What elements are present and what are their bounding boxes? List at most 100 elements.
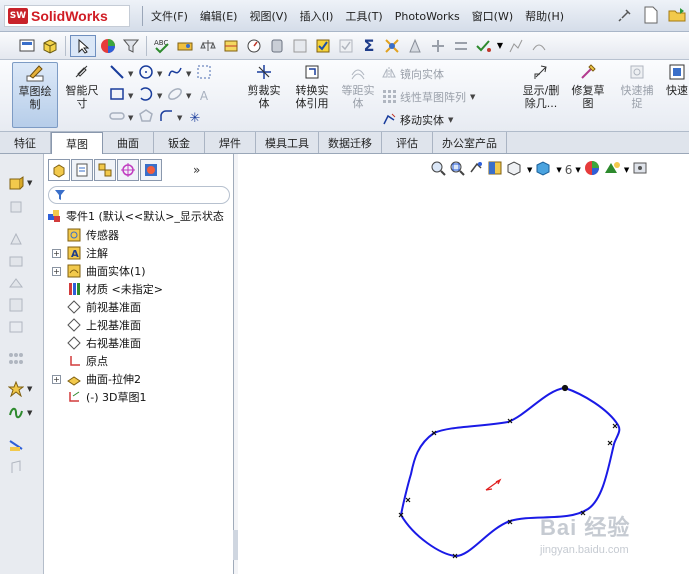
tab-mold-tools[interactable]: 模具工具 — [256, 132, 319, 153]
3d-sketch-icon[interactable] — [39, 35, 61, 57]
smart-dimension-button[interactable]: 智能尺 寸 — [60, 62, 104, 128]
circle-dropdown-icon[interactable]: ▼ — [157, 70, 164, 78]
spell-check-icon[interactable]: ABC — [151, 35, 173, 57]
equations-sigma-icon[interactable]: Σ — [358, 35, 380, 57]
slot-icon[interactable] — [108, 108, 126, 128]
spline-dropdown-icon[interactable]: ▼ — [186, 70, 193, 78]
instant3d-icon[interactable] — [4, 434, 40, 456]
expand-icon[interactable]: + — [52, 266, 61, 276]
tree-item-front-plane[interactable]: 前视基准面 — [44, 298, 234, 316]
revolve-disabled-icon[interactable] — [4, 228, 40, 250]
open-folder-icon[interactable] — [665, 4, 689, 26]
check-sketch-icon[interactable] — [243, 35, 265, 57]
feature-statistics-icon[interactable] — [505, 35, 527, 57]
section-view-icon[interactable] — [487, 160, 503, 179]
check-box-icon[interactable] — [312, 35, 334, 57]
filter-funnel-icon[interactable] — [120, 35, 142, 57]
tree-item-right-plane[interactable]: 右视基准面 — [44, 334, 234, 352]
tree-item-surface-bodies[interactable]: + 曲面实体(1) — [44, 262, 234, 280]
tab-weldments[interactable]: 焊件 — [205, 132, 256, 153]
sketch-properties-icon[interactable] — [16, 35, 38, 57]
dimxpert-tab-icon[interactable] — [117, 159, 139, 181]
section-properties-icon[interactable] — [220, 35, 242, 57]
sweep-disabled-icon[interactable] — [4, 250, 40, 272]
solidworks-logo[interactable]: SW SolidWorks — [4, 5, 130, 27]
extrude-icon[interactable]: ▼ — [4, 172, 40, 194]
feature-manager-tab-icon[interactable] — [48, 159, 70, 181]
tree-item-sensors[interactable]: 传感器 — [44, 226, 234, 244]
surface-curvature-icon[interactable] — [528, 35, 550, 57]
checkbox-disabled-icon[interactable] — [335, 35, 357, 57]
point-grid-icon[interactable] — [195, 64, 213, 84]
tab-sketch[interactable]: 草图 — [51, 132, 103, 154]
menu-photoworks[interactable]: PhotoWorks — [389, 10, 466, 23]
view-orientation-icon[interactable] — [506, 160, 524, 179]
undercut-icon[interactable] — [427, 35, 449, 57]
menu-file[interactable]: 文件(F) — [145, 8, 194, 24]
rectangle-dropdown-icon[interactable]: ▼ — [128, 92, 135, 100]
tab-data-migration[interactable]: 数据迁移 — [319, 132, 382, 153]
quick-view-button[interactable]: 快速 — [662, 62, 689, 128]
tab-surfaces[interactable]: 曲面 — [103, 132, 154, 153]
spline-icon[interactable] — [166, 64, 184, 84]
curves-icon[interactable]: ▼ — [4, 402, 40, 424]
apply-scene-icon[interactable] — [603, 160, 621, 179]
linear-pattern-dropdown-icon[interactable]: ▼ — [470, 93, 475, 101]
ellipse-dropdown-icon[interactable]: ▼ — [186, 92, 193, 100]
line-icon[interactable] — [108, 64, 126, 84]
view-orientation-dropdown-icon[interactable]: ▼ — [527, 166, 532, 174]
mirror-entities-command[interactable]: 镜向实体 — [382, 65, 444, 83]
tab-office-products[interactable]: 办公室产品 — [433, 132, 507, 153]
boss-extrude-disabled-icon[interactable] — [4, 196, 40, 218]
tree-item-3d-sketch[interactable]: (-) 3D草图1 — [44, 388, 234, 406]
expand-icon[interactable]: + — [52, 374, 61, 384]
parting-line-icon[interactable] — [450, 35, 472, 57]
convert-entities-button[interactable]: 转换实 体引用 — [288, 62, 336, 128]
zoom-to-area-icon[interactable] — [449, 160, 465, 179]
tab-features[interactable]: 特征 — [0, 132, 51, 153]
polygon-icon[interactable] — [137, 108, 155, 128]
draft-analysis-icon[interactable] — [404, 35, 426, 57]
tree-item-annotations[interactable]: + A 注解 — [44, 244, 234, 262]
arc-icon[interactable] — [137, 86, 155, 106]
menu-insert[interactable]: 插入(I) — [294, 8, 340, 24]
line-dropdown-icon[interactable]: ▼ — [128, 70, 135, 78]
sketch-text-icon[interactable]: A — [195, 89, 213, 103]
ellipse-icon[interactable] — [166, 86, 184, 106]
menu-help[interactable]: 帮助(H) — [519, 8, 570, 24]
quick-snaps-button[interactable]: 快速捕 捉 — [614, 62, 660, 128]
property-manager-tab-icon[interactable] — [71, 159, 93, 181]
move-entities-command[interactable]: 移动实体 ▼ — [382, 111, 453, 129]
tab-evaluate[interactable]: 评估 — [382, 132, 433, 153]
cut-disabled-icon[interactable] — [4, 294, 40, 316]
loft-disabled-icon[interactable] — [4, 272, 40, 294]
display-delete-relations-button[interactable]: 显示/删 除几... — [516, 62, 566, 128]
shell-disabled-icon[interactable] — [4, 316, 40, 338]
view-settings-icon[interactable] — [632, 160, 648, 179]
check-symmetry-icon[interactable] — [473, 35, 495, 57]
hide-show-items-icon[interactable]: 6 — [565, 163, 573, 177]
tree-filter-field[interactable] — [48, 186, 230, 204]
reference-geometry-icon[interactable]: ▼ — [4, 378, 40, 400]
fillet-icon[interactable] — [157, 108, 175, 128]
tree-item-origin[interactable]: 原点 — [44, 352, 234, 370]
measure-icon[interactable] — [174, 35, 196, 57]
arc-dropdown-icon[interactable]: ▼ — [157, 92, 164, 100]
circle-icon[interactable] — [137, 64, 155, 84]
rapid-sketch-disabled-icon[interactable] — [4, 456, 40, 478]
tree-root-part[interactable]: 零件1 (默认<<默认>_显示状态 — [44, 206, 234, 226]
tree-item-top-plane[interactable]: 上视基准面 — [44, 316, 234, 334]
slot-dropdown-icon[interactable]: ▼ — [128, 114, 135, 122]
zoom-to-fit-icon[interactable] — [430, 160, 446, 179]
previous-view-icon[interactable] — [468, 160, 484, 179]
tree-item-surface-extrude[interactable]: + 曲面-拉伸2 — [44, 370, 234, 388]
trim-entities-button[interactable]: 剪裁实 体 — [242, 62, 286, 128]
design-checker-icon[interactable] — [381, 35, 403, 57]
move-dropdown-icon[interactable]: ▼ — [448, 116, 453, 124]
tab-sheet-metal[interactable]: 钣金 — [154, 132, 205, 153]
edit-appearance-icon[interactable] — [584, 160, 600, 179]
toolbar-dropdown-icon[interactable]: ▼ — [496, 35, 504, 57]
sensor-icon[interactable] — [266, 35, 288, 57]
mass-properties-icon[interactable] — [197, 35, 219, 57]
new-document-icon[interactable] — [639, 4, 663, 26]
